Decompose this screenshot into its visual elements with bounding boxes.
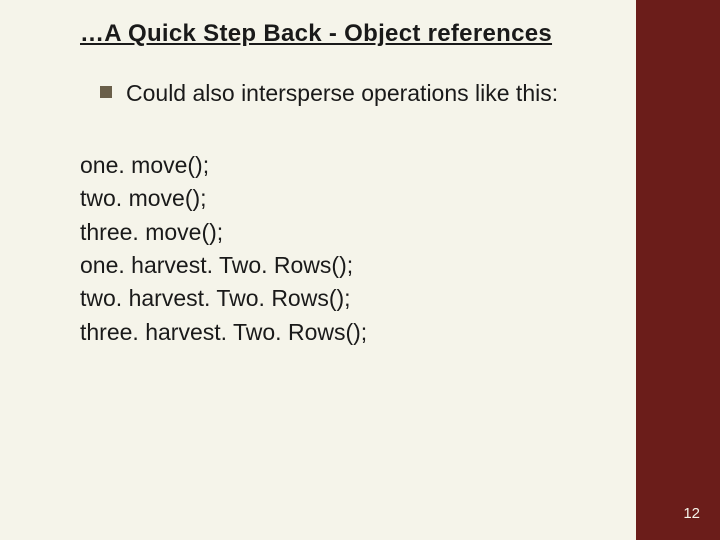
code-line: two. harvest. Two. Rows();	[80, 282, 606, 315]
bullet-text: Could also intersperse operations like t…	[126, 78, 558, 109]
page-number: 12	[683, 505, 700, 522]
code-line: three. harvest. Two. Rows();	[80, 316, 606, 349]
code-block: one. move(); two. move(); three. move();…	[80, 149, 606, 349]
square-bullet-icon	[100, 86, 112, 98]
slide-title: …A Quick Step Back - Object references	[80, 20, 606, 48]
bullet-row: Could also intersperse operations like t…	[100, 78, 606, 109]
code-line: one. move();	[80, 149, 606, 182]
code-line: one. harvest. Two. Rows();	[80, 249, 606, 282]
slide: …A Quick Step Back - Object references C…	[0, 0, 720, 540]
content-area: …A Quick Step Back - Object references C…	[0, 0, 636, 540]
code-line: three. move();	[80, 216, 606, 249]
code-line: two. move();	[80, 182, 606, 215]
